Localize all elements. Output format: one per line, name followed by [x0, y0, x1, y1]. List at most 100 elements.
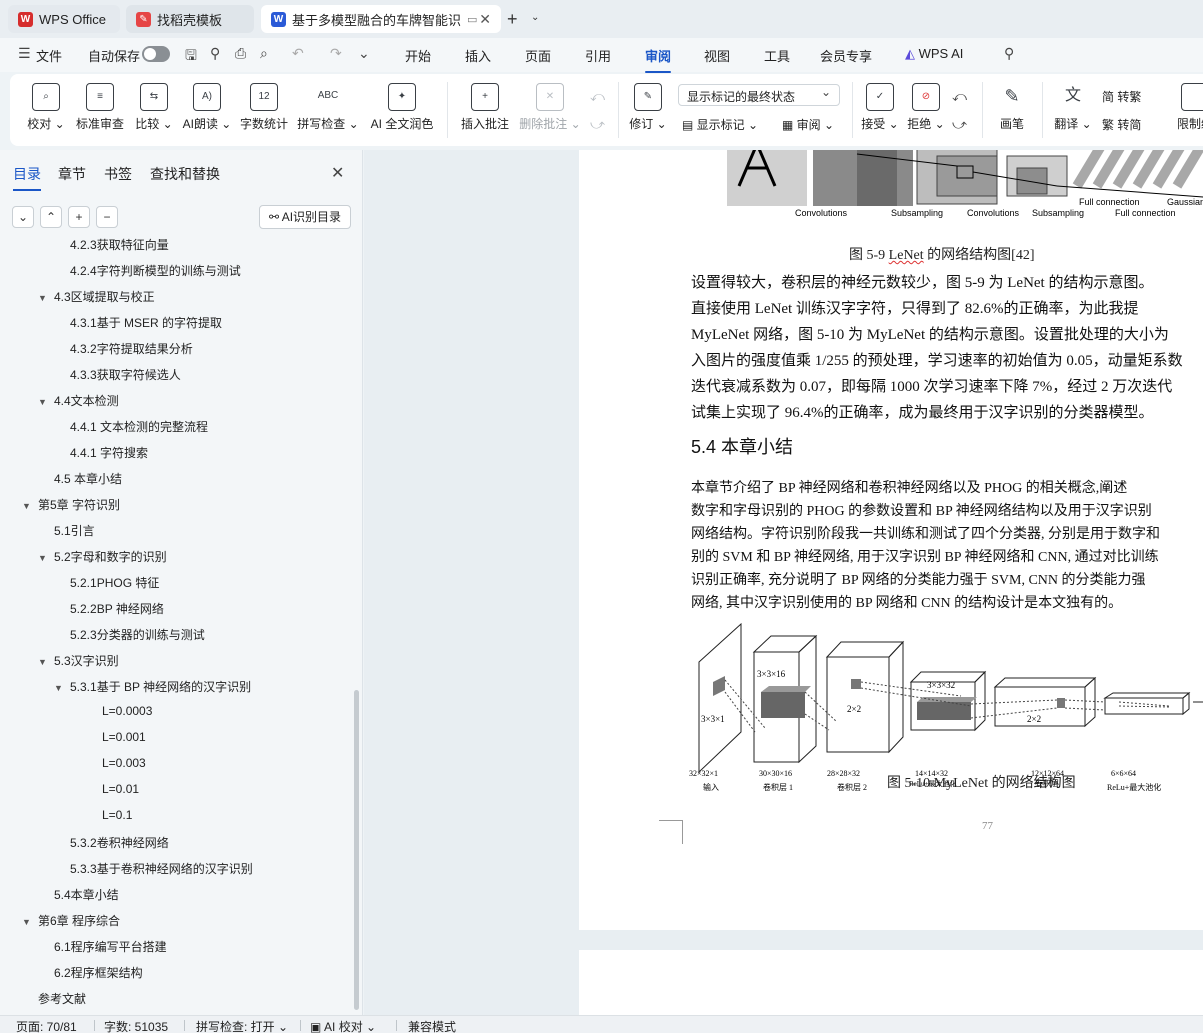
toc-item[interactable]: 4.3.1基于 MSER 的字符提取: [70, 314, 222, 331]
page-indicator[interactable]: 页面: 70/81: [16, 1018, 77, 1033]
insert-comment-button[interactable]: + 插入批注: [458, 74, 512, 146]
to-simplified-button[interactable]: 繁 转简: [1102, 116, 1141, 133]
tab-bookmarks[interactable]: 书签: [104, 164, 132, 184]
prev-change-icon[interactable]: ⤺: [952, 88, 967, 105]
tab-sections[interactable]: 章节: [58, 164, 86, 184]
tab-document[interactable]: W 基于多模型融合的车牌智能识 ▭ ✕: [261, 5, 501, 33]
toc-item[interactable]: 4.3.3获取字符候选人: [70, 366, 181, 383]
toc-item[interactable]: 5.3.2卷积神经网络: [70, 834, 169, 851]
toc-item[interactable]: 4.3.2字符提取结果分析: [70, 340, 193, 357]
scrollbar[interactable]: [354, 690, 359, 1010]
toc-item[interactable]: ▼ 第6章 程序综合: [22, 912, 120, 929]
toc-item[interactable]: 6.2程序框架结构: [54, 964, 143, 981]
menu-file[interactable]: 文件: [36, 46, 62, 65]
toc-item[interactable]: 5.1引言: [54, 522, 95, 539]
toc-item[interactable]: 4.4.1 文本检测的完整流程: [70, 418, 208, 435]
expand-arrow-icon[interactable]: ▼: [38, 657, 54, 667]
menu-member[interactable]: 会员专享: [820, 46, 872, 65]
toc-item[interactable]: 5.4本章小结: [54, 886, 119, 903]
ai-read-button[interactable]: A) AI朗读 ⌄: [180, 74, 234, 146]
word-count-button[interactable]: 12 字数统计: [238, 74, 290, 146]
print-icon[interactable]: ⎙: [235, 45, 246, 62]
toc-item[interactable]: L=0.001: [102, 730, 146, 744]
toc-item[interactable]: 5.2.2BP 神经网络: [70, 600, 164, 617]
spell-check-indicator[interactable]: 拼写检查: 打开 ⌄: [196, 1018, 288, 1033]
restrict-edit-button[interactable]: 限制编: [1170, 74, 1203, 146]
expand-arrow-icon[interactable]: ▼: [38, 293, 54, 303]
menu-home[interactable]: 开始: [405, 46, 431, 65]
menu-references[interactable]: 引用: [585, 46, 611, 65]
toc-item[interactable]: L=0.1: [102, 808, 132, 822]
tab-wps-office[interactable]: W WPS Office: [8, 5, 120, 33]
revise-button[interactable]: ✎ 修订 ⌄: [628, 74, 668, 146]
expand-arrow-icon[interactable]: ▼: [38, 397, 54, 407]
expand-down-icon[interactable]: ⌄: [12, 206, 34, 228]
toc-item[interactable]: ▼ 5.3.1基于 BP 神经网络的汉字识别: [54, 678, 251, 695]
word-count-indicator[interactable]: 字数: 51035: [104, 1018, 168, 1033]
toc-item[interactable]: 4.2.4字符判断模型的训练与测试: [70, 262, 241, 279]
ai-toc-button[interactable]: ⚯ AI识别目录: [259, 205, 351, 229]
toc-item[interactable]: ▼ 第5章 字符识别: [22, 496, 120, 513]
toc-item[interactable]: 4.2.3获取特征向量: [70, 238, 169, 253]
hamburger-icon[interactable]: ☰: [18, 45, 31, 62]
menu-view[interactable]: 视图: [704, 46, 730, 65]
expand-arrow-icon[interactable]: ▼: [54, 683, 70, 693]
standard-review-button[interactable]: ≡ 标准审查: [74, 74, 126, 146]
toc-item[interactable]: 4.4.1 字符搜索: [70, 444, 148, 461]
toc-item[interactable]: 4.5 本章小结: [54, 470, 122, 487]
chevron-down-icon[interactable]: ⌄: [531, 12, 539, 23]
add-icon[interactable]: +: [68, 206, 90, 228]
ink-button[interactable]: ✎ 画笔: [992, 74, 1032, 146]
share-icon[interactable]: ⚲: [210, 45, 220, 62]
proof-button[interactable]: ⌕ 校对 ⌄: [26, 74, 66, 146]
tab-template[interactable]: ✎ 找稻壳模板: [126, 5, 254, 33]
menu-insert[interactable]: 插入: [465, 46, 491, 65]
redo-icon[interactable]: ↷: [330, 45, 342, 62]
expand-arrow-icon[interactable]: ▼: [22, 501, 38, 511]
toc-item[interactable]: ▼ 4.4文本检测: [38, 392, 119, 409]
save-icon[interactable]: 🖫: [185, 45, 197, 69]
toc-item[interactable]: L=0.003: [102, 756, 146, 770]
show-markup-button[interactable]: ▤ 显示标记 ⌄: [682, 116, 758, 133]
new-tab-icon[interactable]: +: [507, 9, 518, 30]
expand-arrow-icon[interactable]: ▼: [38, 553, 54, 563]
menu-review[interactable]: 审阅: [645, 46, 672, 73]
toc-item[interactable]: L=0.0003: [102, 704, 152, 718]
toc-item[interactable]: ▼ 4.3区域提取与校正: [38, 288, 155, 305]
toc-item[interactable]: 5.2.3分类器的训练与测试: [70, 626, 205, 643]
tab-toc[interactable]: 目录: [13, 164, 41, 191]
toc-item[interactable]: 参考文献: [38, 990, 86, 1007]
more-chevron-icon[interactable]: ⌄: [358, 45, 370, 62]
toc-item[interactable]: 5.2.1PHOG 特征: [70, 574, 159, 591]
markup-state-select[interactable]: 显示标记的最终状态: [678, 84, 840, 106]
prev-comment-icon[interactable]: ⤺: [590, 88, 605, 105]
search-icon[interactable]: ⚲: [1004, 45, 1014, 62]
toc-item[interactable]: ▼ 5.3汉字识别: [38, 652, 119, 669]
spell-check-button[interactable]: ABC 拼写检查 ⌄: [296, 74, 360, 146]
compare-button[interactable]: ⇆ 比较 ⌄: [134, 74, 174, 146]
tab-find-replace[interactable]: 查找和替换: [150, 164, 220, 184]
to-traditional-button[interactable]: 简 转繁: [1102, 88, 1141, 105]
accept-button[interactable]: ✓ 接受 ⌄: [860, 74, 900, 146]
ai-polish-button[interactable]: ✦ AI 全文润色: [368, 74, 436, 146]
review-pane-button[interactable]: ▦ 审阅 ⌄: [782, 116, 834, 133]
menu-tools[interactable]: 工具: [764, 46, 790, 65]
remove-icon[interactable]: −: [96, 206, 118, 228]
next-comment-icon[interactable]: ⤻: [590, 116, 605, 133]
delete-comment-button[interactable]: ✕ 删除批注 ⌄: [518, 74, 582, 146]
autosave-toggle[interactable]: [142, 46, 170, 62]
toc-item[interactable]: 5.3.3基于卷积神经网络的汉字识别: [70, 860, 253, 877]
close-icon[interactable]: ✕: [479, 11, 491, 28]
translate-button[interactable]: 文翻译 ⌄: [1050, 74, 1096, 146]
next-change-icon[interactable]: ⤻: [952, 116, 967, 133]
toc-item[interactable]: ▼ 5.2字母和数字的识别: [38, 548, 167, 565]
toc-item[interactable]: 6.1程序编写平台搭建: [54, 938, 167, 955]
expand-arrow-icon[interactable]: ▼: [22, 917, 38, 927]
menu-wps-ai[interactable]: ◭ WPS AI: [905, 46, 963, 62]
print-preview-icon[interactable]: ⌕: [260, 45, 268, 62]
collapse-up-icon[interactable]: ⌃: [40, 206, 62, 228]
reject-button[interactable]: ⊘ 拒绝 ⌄: [906, 74, 946, 146]
close-icon[interactable]: ✕: [331, 163, 344, 183]
toc-item[interactable]: L=0.01: [102, 782, 139, 796]
menu-page[interactable]: 页面: [525, 46, 551, 65]
